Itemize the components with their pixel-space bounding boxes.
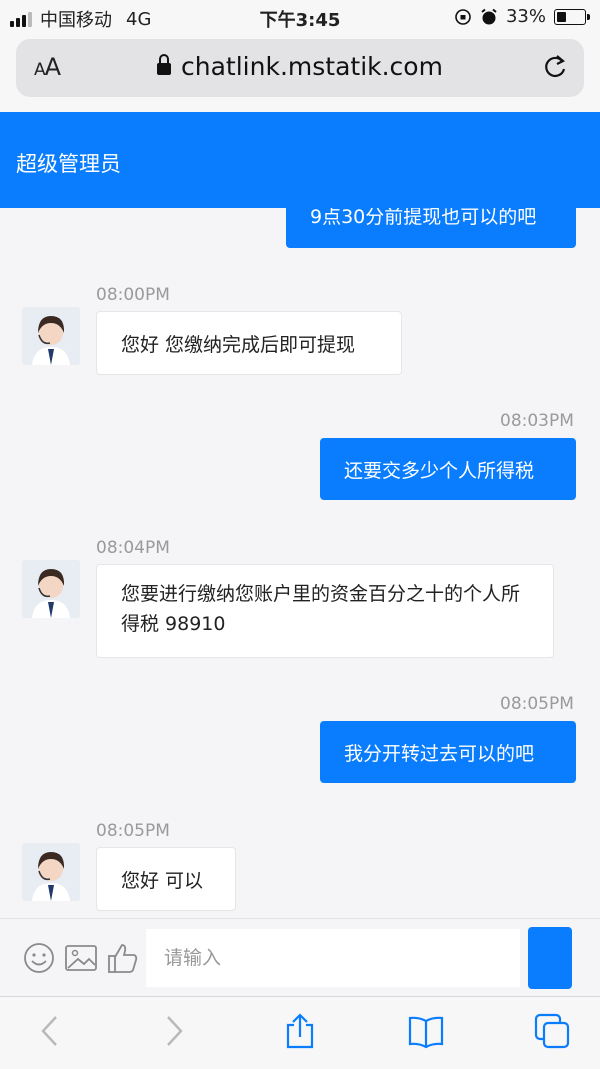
- url-text: chatlink.mstatik.com: [181, 52, 443, 81]
- message-time: 08:04PM: [96, 538, 170, 558]
- status-bar: 中国移动 4G 下午3:45 33%: [0, 0, 600, 34]
- thumbs-up-icon[interactable]: [106, 941, 140, 975]
- lock-icon: [157, 54, 172, 75]
- back-icon[interactable]: [32, 1013, 68, 1049]
- tabs-icon[interactable]: [534, 1013, 570, 1049]
- message-input-box[interactable]: [146, 929, 520, 987]
- message-bubble-incoming: 您要进行缴纳您账户里的资金百分之十的个人所得税 98910: [96, 564, 554, 658]
- avatar[interactable]: [22, 560, 80, 618]
- message-bubble-incoming: 您好 您缴纳完成后即可提现: [96, 311, 402, 375]
- message-bubble-outgoing: 还要交多少个人所得税: [320, 438, 576, 500]
- url-display[interactable]: chatlink.mstatik.com: [16, 52, 584, 81]
- agent-avatar-icon: [22, 307, 80, 365]
- send-button[interactable]: [528, 927, 572, 989]
- message-time: 08:05PM: [96, 821, 170, 841]
- avatar[interactable]: [22, 843, 80, 901]
- message-input-bar: [0, 918, 600, 997]
- image-icon[interactable]: [64, 941, 98, 975]
- agent-avatar-icon: [22, 560, 80, 618]
- message-input[interactable]: [146, 929, 520, 987]
- message-time: 08:05PM: [500, 694, 574, 714]
- battery-percent: 33%: [505, 6, 546, 27]
- message-time: 08:00PM: [96, 285, 170, 305]
- browser-address-area: AA chatlink.mstatik.com: [0, 34, 600, 112]
- chat-header: 超级管理员: [0, 112, 600, 208]
- bookmarks-icon[interactable]: [408, 1013, 444, 1049]
- reload-icon[interactable]: [540, 52, 570, 82]
- smiley-icon[interactable]: [22, 941, 56, 975]
- alarm-icon: [481, 8, 497, 24]
- battery-icon: [554, 8, 590, 25]
- agent-avatar-icon: [22, 843, 80, 901]
- browser-toolbar: [0, 996, 600, 1069]
- chat-title: 超级管理员: [16, 152, 121, 176]
- orientation-lock-icon: [455, 8, 471, 25]
- address-bar[interactable]: AA chatlink.mstatik.com: [16, 39, 584, 97]
- message-bubble-incoming: 您好 可以: [96, 847, 236, 911]
- forward-icon[interactable]: [156, 1013, 192, 1049]
- message-list[interactable]: 9点30分前提现也可以的吧 08:00PM 您好 您缴纳完成后即可提现 08:0…: [0, 112, 600, 918]
- message-bubble-outgoing: 我分开转过去可以的吧: [320, 721, 576, 783]
- share-icon[interactable]: [282, 1013, 318, 1049]
- message-time: 08:03PM: [500, 411, 574, 431]
- avatar[interactable]: [22, 307, 80, 365]
